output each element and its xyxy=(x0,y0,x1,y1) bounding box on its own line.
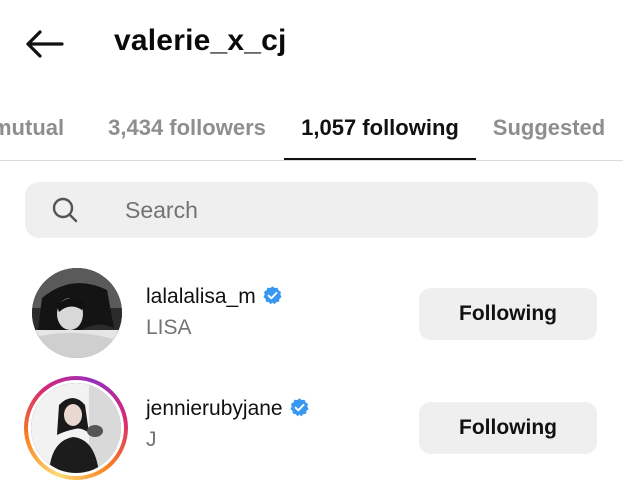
tab-followers[interactable]: 3,434 followers xyxy=(96,96,278,160)
avatar[interactable] xyxy=(32,268,122,358)
profile-photo-image xyxy=(32,268,122,358)
profile-photo-image xyxy=(31,383,121,473)
story-ring[interactable] xyxy=(24,376,128,480)
search-icon xyxy=(52,197,78,223)
following-button[interactable]: Following xyxy=(419,402,597,454)
username[interactable]: lalalalisa_m xyxy=(146,285,283,309)
tab-suggested[interactable]: Suggested xyxy=(484,96,614,160)
full-name: J xyxy=(146,428,157,451)
following-list-screen: valerie_x_cj mutual 3,434 followers 1,05… xyxy=(0,0,623,490)
search-bar[interactable] xyxy=(25,182,598,238)
header: valerie_x_cj xyxy=(0,0,623,90)
list-item[interactable]: lalalalisa_m LISA Following xyxy=(0,264,623,364)
avatar[interactable] xyxy=(31,383,121,473)
list-item[interactable]: jennierubyjane J Following xyxy=(0,376,623,480)
full-name: LISA xyxy=(146,316,192,339)
tabs-divider xyxy=(0,160,623,161)
username-text: lalalalisa_m xyxy=(146,285,256,308)
search-input[interactable] xyxy=(125,182,565,238)
tab-mutual[interactable]: mutual xyxy=(0,96,82,160)
username-text: jennierubyjane xyxy=(146,397,283,420)
tab-following[interactable]: 1,057 following xyxy=(284,96,476,160)
page-title: valerie_x_cj xyxy=(114,24,287,57)
verified-badge-icon xyxy=(263,286,282,305)
username[interactable]: jennierubyjane xyxy=(146,397,310,421)
tab-bar: mutual 3,434 followers 1,057 following S… xyxy=(0,96,623,164)
following-button[interactable]: Following xyxy=(419,288,597,340)
arrow-left-icon xyxy=(26,30,64,58)
back-button[interactable] xyxy=(22,26,66,62)
verified-badge-icon xyxy=(290,398,309,417)
